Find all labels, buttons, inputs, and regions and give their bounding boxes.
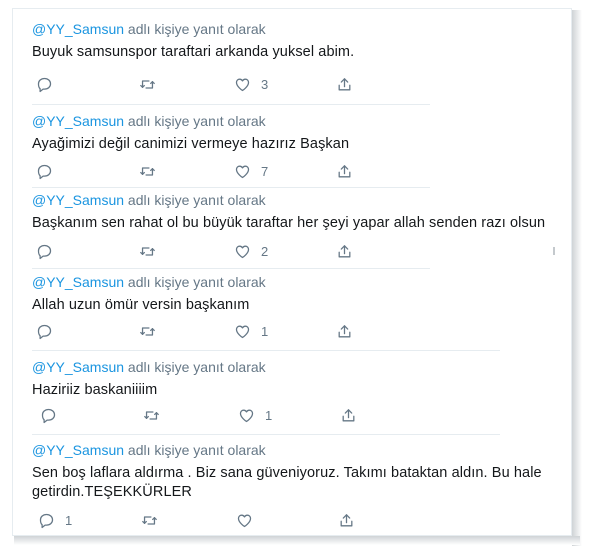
share-icon: [336, 323, 353, 340]
reply-tweet[interactable]: @YY_Samsun adlı kişiye yanıt olarak Sen …: [32, 441, 572, 502]
tweet-text: Haziriiz baskaniiiim: [32, 382, 158, 398]
mention-link[interactable]: @YY_Samsun: [32, 113, 124, 129]
share-button[interactable]: [336, 241, 353, 261]
reply-context: @YY_Samsun adlı kişiye yanıt olarak: [32, 192, 266, 208]
like-button[interactable]: 1: [234, 321, 268, 341]
like-button[interactable]: [236, 510, 263, 530]
tweet-text: Ayağimizi değil canimizi vermeye hazırız…: [32, 136, 350, 152]
reply-icon: [36, 76, 53, 93]
reply-context: @YY_Samsun adlı kişiye yanıt olarak: [32, 442, 266, 458]
retweet-button[interactable]: [143, 405, 170, 425]
retweet-icon: [139, 323, 156, 340]
mention-link[interactable]: @YY_Samsun: [32, 442, 124, 458]
tweet-text: Başkanım sen rahat ol bu büyük taraftar …: [32, 215, 546, 231]
share-icon: [336, 76, 353, 93]
tweet-text: Sen boş laflara aldırma . Biz sana güven…: [32, 464, 572, 502]
reply-button[interactable]: 1: [38, 510, 72, 530]
mention-link[interactable]: @YY_Samsun: [32, 21, 124, 37]
share-icon: [336, 243, 353, 260]
tweet-actions: 1: [34, 510, 374, 530]
mention-link[interactable]: @YY_Samsun: [32, 274, 124, 290]
reply-icon: [36, 163, 53, 180]
retweet-button[interactable]: [141, 510, 168, 530]
divider: [32, 268, 430, 269]
retweet-button[interactable]: [139, 161, 166, 181]
retweet-button[interactable]: [139, 321, 166, 341]
divider: [32, 187, 430, 188]
paper-shadow-bottom: [14, 536, 580, 545]
mention-link[interactable]: @YY_Samsun: [32, 192, 124, 208]
reply-button[interactable]: [36, 74, 63, 94]
retweet-icon: [141, 512, 158, 529]
tweet-actions: 7: [32, 161, 372, 181]
reply-tweet[interactable]: @YY_Samsun adlı kişiye yanıt olarak Hazi…: [32, 358, 572, 400]
share-icon: [336, 163, 353, 180]
tweet-actions: 2: [32, 241, 372, 261]
divider: [32, 104, 430, 105]
heart-icon: [234, 76, 251, 93]
like-button[interactable]: 1: [238, 405, 272, 425]
scroll-mark: [553, 247, 555, 255]
reply-context: @YY_Samsun adlı kişiye yanıt olarak: [32, 274, 266, 290]
reply-tweet[interactable]: @YY_Samsun adlı kişiye yanıt olarak Alla…: [32, 273, 572, 315]
like-button[interactable]: 2: [234, 241, 268, 261]
share-icon: [338, 512, 355, 529]
tweet-actions: 3: [32, 74, 372, 94]
heart-icon: [238, 407, 255, 424]
tweet-text: Allah uzun ömür versin başkanım: [32, 297, 250, 313]
heart-icon: [234, 163, 251, 180]
retweet-button[interactable]: [139, 74, 166, 94]
share-button[interactable]: [338, 510, 355, 530]
reply-tweet[interactable]: @YY_Samsun adlı kişiye yanıt olarak Buyu…: [32, 20, 572, 62]
reply-button[interactable]: [36, 241, 63, 261]
divider: [32, 350, 500, 351]
share-button[interactable]: [336, 161, 353, 181]
tweet-actions: 1: [36, 405, 376, 425]
reply-context: @YY_Samsun adlı kişiye yanıt olarak: [32, 359, 266, 375]
divider: [32, 434, 500, 435]
retweet-icon: [139, 243, 156, 260]
tweet-text: Buyuk samsunspor taraftari arkanda yukse…: [32, 44, 355, 60]
reply-context: @YY_Samsun adlı kişiye yanıt olarak: [32, 21, 266, 37]
retweet-icon: [139, 163, 156, 180]
share-button[interactable]: [336, 74, 353, 94]
reply-tweet[interactable]: @YY_Samsun adlı kişiye yanıt olarak Ayağ…: [32, 112, 572, 154]
tweet-text-line: getirdin.TEŞEKKÜRLER: [32, 484, 192, 500]
tweet-actions: 1: [32, 321, 372, 341]
retweet-icon: [139, 76, 156, 93]
reply-icon: [36, 323, 53, 340]
retweet-icon: [143, 407, 160, 424]
reply-icon: [40, 407, 57, 424]
mention-link[interactable]: @YY_Samsun: [32, 359, 124, 375]
heart-icon: [234, 243, 251, 260]
share-button[interactable]: [340, 405, 357, 425]
reply-tweet[interactable]: @YY_Samsun adlı kişiye yanıt olarak Başk…: [32, 191, 572, 233]
reply-button[interactable]: [40, 405, 67, 425]
reply-icon: [36, 243, 53, 260]
retweet-button[interactable]: [139, 241, 166, 261]
reply-button[interactable]: [36, 321, 63, 341]
reply-context: @YY_Samsun adlı kişiye yanıt olarak: [32, 113, 266, 129]
share-icon: [340, 407, 357, 424]
heart-icon: [236, 512, 253, 529]
like-button[interactable]: 7: [234, 161, 268, 181]
reply-button[interactable]: [36, 161, 63, 181]
paper-shadow-right: [572, 10, 582, 546]
like-button[interactable]: 3: [234, 74, 268, 94]
tweet-text-line: Sen boş laflara aldırma . Biz sana güven…: [32, 465, 542, 481]
share-button[interactable]: [336, 321, 353, 341]
heart-icon: [234, 323, 251, 340]
reply-icon: [38, 512, 55, 529]
